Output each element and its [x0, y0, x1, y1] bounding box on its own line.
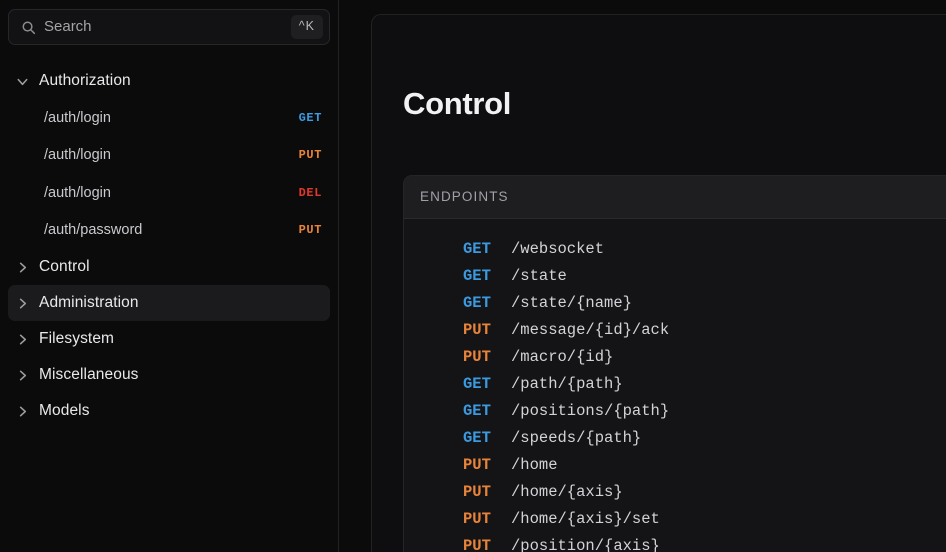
endpoint-path: /macro/{id}: [511, 347, 614, 366]
search-shortcut-badge: ^K: [290, 15, 323, 39]
endpoint-method: PUT: [463, 347, 491, 366]
sidebar-item-control[interactable]: Control: [8, 249, 330, 285]
endpoint-row[interactable]: GET /state/{name}: [404, 289, 946, 316]
endpoint-row[interactable]: GET /path/{path}: [404, 370, 946, 397]
endpoint-path: /position/{axis}: [511, 536, 660, 552]
endpoint-method: PUT: [463, 482, 491, 501]
sidebar-group-label: Filesystem: [39, 330, 115, 347]
endpoint-method: GET: [463, 239, 491, 258]
endpoint-path: /home: [511, 455, 558, 474]
endpoint-row[interactable]: GET /state: [404, 262, 946, 289]
endpoint-method: GET: [463, 401, 491, 420]
endpoint-path: /auth/login: [44, 147, 111, 164]
nav-group-filesystem: Filesystem: [8, 321, 330, 357]
sidebar-nav: Authorization /auth/login GET /auth/logi…: [0, 63, 338, 429]
chevron-down-icon: [16, 75, 29, 88]
search-icon: [21, 20, 36, 35]
sidebar-group-label: Models: [39, 402, 90, 419]
sidebar-group-label: Administration: [39, 294, 139, 311]
endpoint-path: /home/{axis}: [511, 482, 623, 501]
sidebar-endpoint-auth-login-put[interactable]: /auth/login PUT: [8, 137, 330, 175]
endpoint-row[interactable]: GET /speeds/{path}: [404, 424, 946, 451]
sidebar-item-models[interactable]: Models: [8, 393, 330, 429]
endpoint-method-badge: PUT: [298, 223, 322, 238]
sidebar: ^K Authorization /auth/login GET: [0, 0, 339, 552]
endpoints-card-title: ENDPOINTS: [420, 189, 509, 204]
nav-group-miscellaneous: Miscellaneous: [8, 357, 330, 393]
endpoint-row[interactable]: PUT /home/{axis}: [404, 478, 946, 505]
search-input[interactable]: [36, 10, 291, 44]
endpoint-method: GET: [463, 266, 491, 285]
search-container: ^K: [0, 0, 338, 45]
nav-group-control: Control: [8, 249, 330, 285]
app-root: ^K Authorization /auth/login GET: [0, 0, 946, 552]
endpoint-row[interactable]: PUT /home/{axis}/set: [404, 505, 946, 532]
page-title: Control: [403, 86, 512, 121]
sidebar-endpoint-auth-password-put[interactable]: /auth/password PUT: [8, 212, 330, 250]
endpoints-list: GET /websocket GET /state GET /state/{na…: [404, 219, 946, 552]
sidebar-group-label: Authorization: [39, 72, 131, 89]
nav-group-models: Models: [8, 393, 330, 429]
endpoint-path: /positions/{path}: [511, 401, 670, 420]
endpoint-row[interactable]: PUT /home: [404, 451, 946, 478]
endpoint-method: PUT: [463, 455, 491, 474]
endpoint-method: GET: [463, 428, 491, 447]
chevron-right-icon: [16, 297, 29, 310]
endpoint-method-badge: PUT: [298, 148, 322, 163]
chevron-right-icon: [16, 405, 29, 418]
endpoint-path: /auth/password: [44, 222, 143, 239]
endpoint-method-badge: DEL: [298, 185, 322, 200]
sidebar-endpoint-auth-login-get[interactable]: /auth/login GET: [8, 99, 330, 137]
chevron-right-icon: [16, 261, 29, 274]
chevron-right-icon: [16, 333, 29, 346]
chevron-right-icon: [16, 369, 29, 382]
endpoint-path: /state/{name}: [511, 293, 632, 312]
endpoint-path: /websocket: [511, 239, 605, 258]
endpoint-path: /message/{id}/ack: [511, 320, 670, 339]
sidebar-item-administration[interactable]: Administration: [8, 285, 330, 321]
nav-group-administration: Administration: [8, 285, 330, 321]
endpoint-row[interactable]: GET /websocket: [404, 235, 946, 262]
endpoint-row[interactable]: PUT /macro/{id}: [404, 343, 946, 370]
endpoint-path: /speeds/{path}: [511, 428, 642, 447]
search-box[interactable]: ^K: [8, 9, 330, 45]
endpoint-method: GET: [463, 374, 491, 393]
endpoint-method: PUT: [463, 320, 491, 339]
endpoint-path: /path/{path}: [511, 374, 623, 393]
endpoint-method: GET: [463, 293, 491, 312]
endpoint-path: /home/{axis}/set: [511, 509, 660, 528]
endpoint-method-badge: GET: [298, 110, 322, 125]
endpoints-card-header: ENDPOINTS: [404, 176, 946, 219]
endpoint-row[interactable]: GET /positions/{path}: [404, 397, 946, 424]
sidebar-group-label: Control: [39, 258, 90, 275]
endpoint-row[interactable]: PUT /message/{id}/ack: [404, 316, 946, 343]
sidebar-group-label: Miscellaneous: [39, 366, 139, 383]
sidebar-item-authorization[interactable]: Authorization: [8, 63, 330, 99]
endpoint-path: /auth/login: [44, 109, 111, 126]
endpoint-row[interactable]: PUT /position/{axis}: [404, 532, 946, 552]
endpoint-method: PUT: [463, 509, 491, 528]
sidebar-item-miscellaneous[interactable]: Miscellaneous: [8, 357, 330, 393]
content-panel: Control ENDPOINTS GET /websocket GET /st…: [371, 14, 946, 552]
endpoint-path: /auth/login: [44, 184, 111, 201]
endpoint-path: /state: [511, 266, 567, 285]
nav-group-authorization: Authorization /auth/login GET /auth/logi…: [8, 63, 330, 249]
sidebar-endpoint-auth-login-del[interactable]: /auth/login DEL: [8, 174, 330, 212]
endpoint-method: PUT: [463, 536, 491, 552]
sidebar-item-filesystem[interactable]: Filesystem: [8, 321, 330, 357]
endpoints-card: ENDPOINTS GET /websocket GET /state GET …: [403, 175, 946, 552]
main-content: Control ENDPOINTS GET /websocket GET /st…: [339, 0, 946, 552]
